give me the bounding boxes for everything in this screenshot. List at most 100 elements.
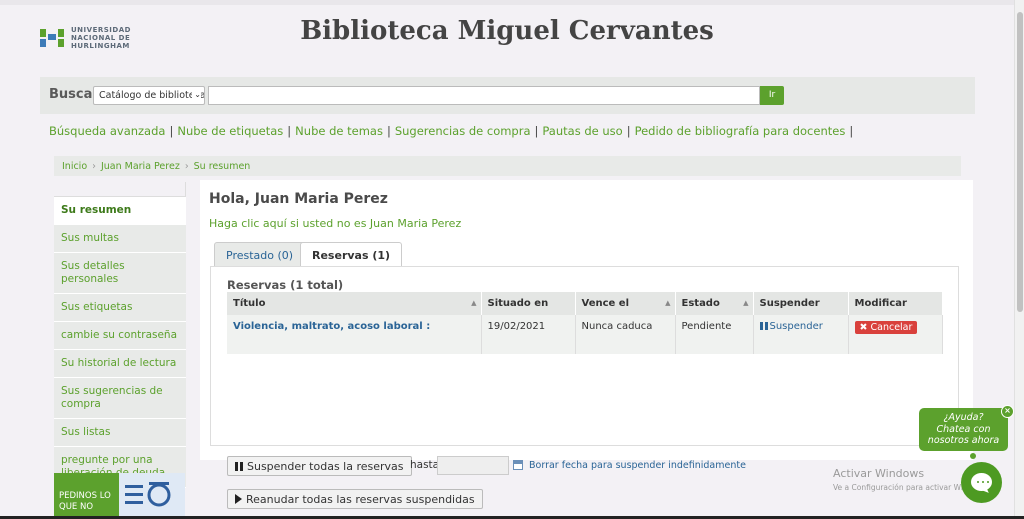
sidebar-item-lists[interactable]: Sus listas bbox=[54, 419, 186, 447]
hold-suspend-cell: Suspender bbox=[753, 315, 849, 354]
col-header-title-label: Título bbox=[233, 298, 266, 309]
catalog-select[interactable]: Catálogo de biblioteca ⌄ bbox=[93, 86, 205, 105]
greeting-heading: Hola, Juan Maria Perez bbox=[209, 191, 388, 207]
chat-dots bbox=[977, 481, 989, 483]
breadcrumb-current[interactable]: Su resumen bbox=[194, 161, 251, 172]
col-header-status[interactable]: Estado ▲︎ bbox=[675, 292, 754, 315]
hold-placed-cell: 19/02/2021 bbox=[481, 315, 576, 354]
hold-expires-cell: Nunca caduca bbox=[575, 315, 676, 354]
main-content: Hola, Juan Maria Perez Haga clic aquí si… bbox=[200, 180, 973, 509]
catalog-select-value: Catálogo de biblioteca bbox=[99, 90, 205, 101]
chat-bubble-line: ¿Ayuda? bbox=[943, 412, 984, 423]
cancel-hold-button[interactable]: ✖ Cancelar bbox=[854, 321, 918, 334]
site-title: Biblioteca Miguel Cervantes bbox=[300, 16, 714, 46]
until-label: hasta bbox=[410, 459, 440, 471]
breadcrumb-separator: › bbox=[92, 161, 96, 172]
nav-separator: | bbox=[386, 124, 391, 138]
main-nav: Búsqueda avanzada | Nube de etiquetas | Nube… bbox=[49, 124, 857, 138]
not-you-link[interactable]: Haga clic aquí si usted no es Juan Maria… bbox=[209, 217, 461, 230]
search-go-button[interactable]: Ir bbox=[760, 86, 784, 105]
nav-purchase-suggestions[interactable]: Sugerencias de compra bbox=[395, 124, 531, 138]
resume-all-label: Reanudar todas las reservas suspendidas bbox=[246, 493, 475, 506]
sidebar-top-spacer bbox=[54, 182, 186, 197]
nav-teacher-bibliography[interactable]: Pedido de bibliografía para docentes bbox=[635, 124, 846, 138]
promo-text: PEDINOS LO QUE NO bbox=[54, 473, 119, 519]
hold-title-cell: Violencia, maltrato, acoso laboral : bbox=[227, 315, 482, 354]
suspend-until-date-input[interactable] bbox=[437, 456, 509, 475]
chat-bubble-line: Chatea con bbox=[936, 423, 991, 435]
nav-advanced-search[interactable]: Búsqueda avanzada bbox=[49, 124, 165, 138]
sort-icon: ▲︎ bbox=[471, 299, 477, 307]
col-header-suspend: Suspender bbox=[753, 292, 849, 315]
sidebar-item-summary[interactable]: Su resumen bbox=[54, 196, 186, 225]
calendar-icon[interactable] bbox=[513, 460, 523, 470]
top-border bbox=[0, 0, 1014, 5]
nav-separator: | bbox=[534, 124, 539, 138]
sidebar: Su resumen Sus multas Sus detalles perso… bbox=[54, 196, 186, 488]
holds-title: Reservas (1 total) bbox=[227, 278, 344, 292]
tab-checkouts[interactable]: Prestado (0) bbox=[214, 242, 306, 267]
holds-table: Título ▲︎ Situado en Vence el ▲︎ Estado ▲︎ … bbox=[227, 292, 943, 354]
sidebar-item-reading-history[interactable]: Su historial de lectura bbox=[54, 350, 186, 378]
sidebar-item-fines[interactable]: Sus multas bbox=[54, 225, 186, 253]
nav-separator: | bbox=[626, 124, 631, 138]
hold-modify-cell: ✖ Cancelar bbox=[848, 315, 943, 354]
search-input[interactable] bbox=[208, 86, 760, 105]
suspend-all-label: Suspender todas la reservas bbox=[247, 460, 404, 473]
col-header-expires-label: Vence el bbox=[581, 298, 630, 309]
pause-icon bbox=[235, 462, 243, 471]
sort-icon: ▲︎ bbox=[743, 299, 749, 307]
col-header-expires[interactable]: Vence el ▲︎ bbox=[575, 292, 676, 315]
table-row: Violencia, maltrato, acoso laboral : 19/… bbox=[227, 315, 943, 354]
nav-usage-guidelines[interactable]: Pautas de uso bbox=[542, 124, 622, 138]
play-icon bbox=[235, 494, 242, 504]
suspend-link[interactable]: Suspender bbox=[759, 321, 823, 332]
breadcrumb-separator: › bbox=[184, 161, 189, 172]
col-header-placed-label: Situado en bbox=[487, 298, 549, 309]
breadcrumb: Inicio › Juan Maria Perez › Su resumen bbox=[54, 156, 961, 176]
chat-open-button[interactable] bbox=[961, 462, 1002, 503]
col-header-title[interactable]: Título ▲︎ bbox=[227, 292, 482, 315]
search-label: Buscar bbox=[49, 87, 99, 102]
col-header-modify: Modificar bbox=[848, 292, 943, 315]
holds-panel: Reservas (1 total) Título ▲︎ Situado en V… bbox=[210, 266, 959, 509]
close-icon: ✖ bbox=[859, 322, 868, 333]
sidebar-item-change-password[interactable]: cambie su contraseña bbox=[54, 322, 186, 350]
sort-icon: ▲︎ bbox=[665, 299, 671, 307]
col-header-status-label: Estado bbox=[681, 298, 720, 309]
suspend-link-label: Suspender bbox=[769, 321, 823, 332]
nav-tag-cloud[interactable]: Nube de etiquetas bbox=[177, 124, 283, 138]
sidebar-item-tags[interactable]: Sus etiquetas bbox=[54, 294, 186, 322]
cancel-hold-label: Cancelar bbox=[870, 322, 913, 333]
chevron-down-icon: ⌄ bbox=[192, 90, 201, 99]
nav-separator: | bbox=[287, 124, 292, 138]
col-header-placed[interactable]: Situado en bbox=[481, 292, 576, 315]
chat-help-bubble[interactable]: ¿Ayuda? Chatea con nosotros ahora bbox=[919, 408, 1008, 451]
sidebar-item-purchase-suggestions[interactable]: Sus sugerencias de compra bbox=[54, 378, 186, 419]
chat-close-icon[interactable]: × bbox=[1001, 405, 1014, 418]
clear-date-link[interactable]: Borrar fecha para suspender indefinidame… bbox=[529, 460, 746, 471]
table-header-row: Título ▲︎ Situado en Vence el ▲︎ Estado ▲︎ … bbox=[227, 292, 943, 315]
list-search-icon bbox=[125, 482, 171, 507]
suspend-all-button[interactable]: Suspender todas la reservas bbox=[227, 456, 412, 476]
col-header-suspend-label: Suspender bbox=[759, 298, 820, 309]
breadcrumb-user[interactable]: Juan Maria Perez bbox=[101, 161, 180, 172]
page-scrollbar[interactable] bbox=[1014, 0, 1024, 519]
nav-separator: | bbox=[849, 124, 854, 138]
hold-title-link[interactable]: Violencia, maltrato, acoso laboral : bbox=[233, 321, 430, 332]
search-bar: Buscar Catálogo de biblioteca ⌄ Ir bbox=[40, 77, 975, 114]
sidebar-item-personal-details[interactable]: Sus detalles personales bbox=[54, 253, 186, 294]
nav-subject-cloud[interactable]: Nube de temas bbox=[295, 124, 383, 138]
promo-banner[interactable]: PEDINOS LO QUE NO bbox=[54, 473, 185, 519]
scrollbar-thumb[interactable] bbox=[1017, 12, 1023, 312]
col-header-modify-label: Modificar bbox=[854, 298, 907, 309]
tab-holds[interactable]: Reservas (1) bbox=[300, 242, 403, 267]
chat-bubble-line: nosotros ahora bbox=[927, 435, 1000, 446]
promo-graphic bbox=[119, 473, 185, 519]
nav-separator: | bbox=[169, 124, 174, 138]
breadcrumb-home[interactable]: Inicio bbox=[62, 161, 87, 172]
resume-all-button[interactable]: Reanudar todas las reservas suspendidas bbox=[227, 489, 483, 509]
chat-bubble-tail bbox=[970, 453, 976, 459]
pause-icon bbox=[759, 322, 768, 330]
hold-status-cell: Pendiente bbox=[675, 315, 754, 354]
